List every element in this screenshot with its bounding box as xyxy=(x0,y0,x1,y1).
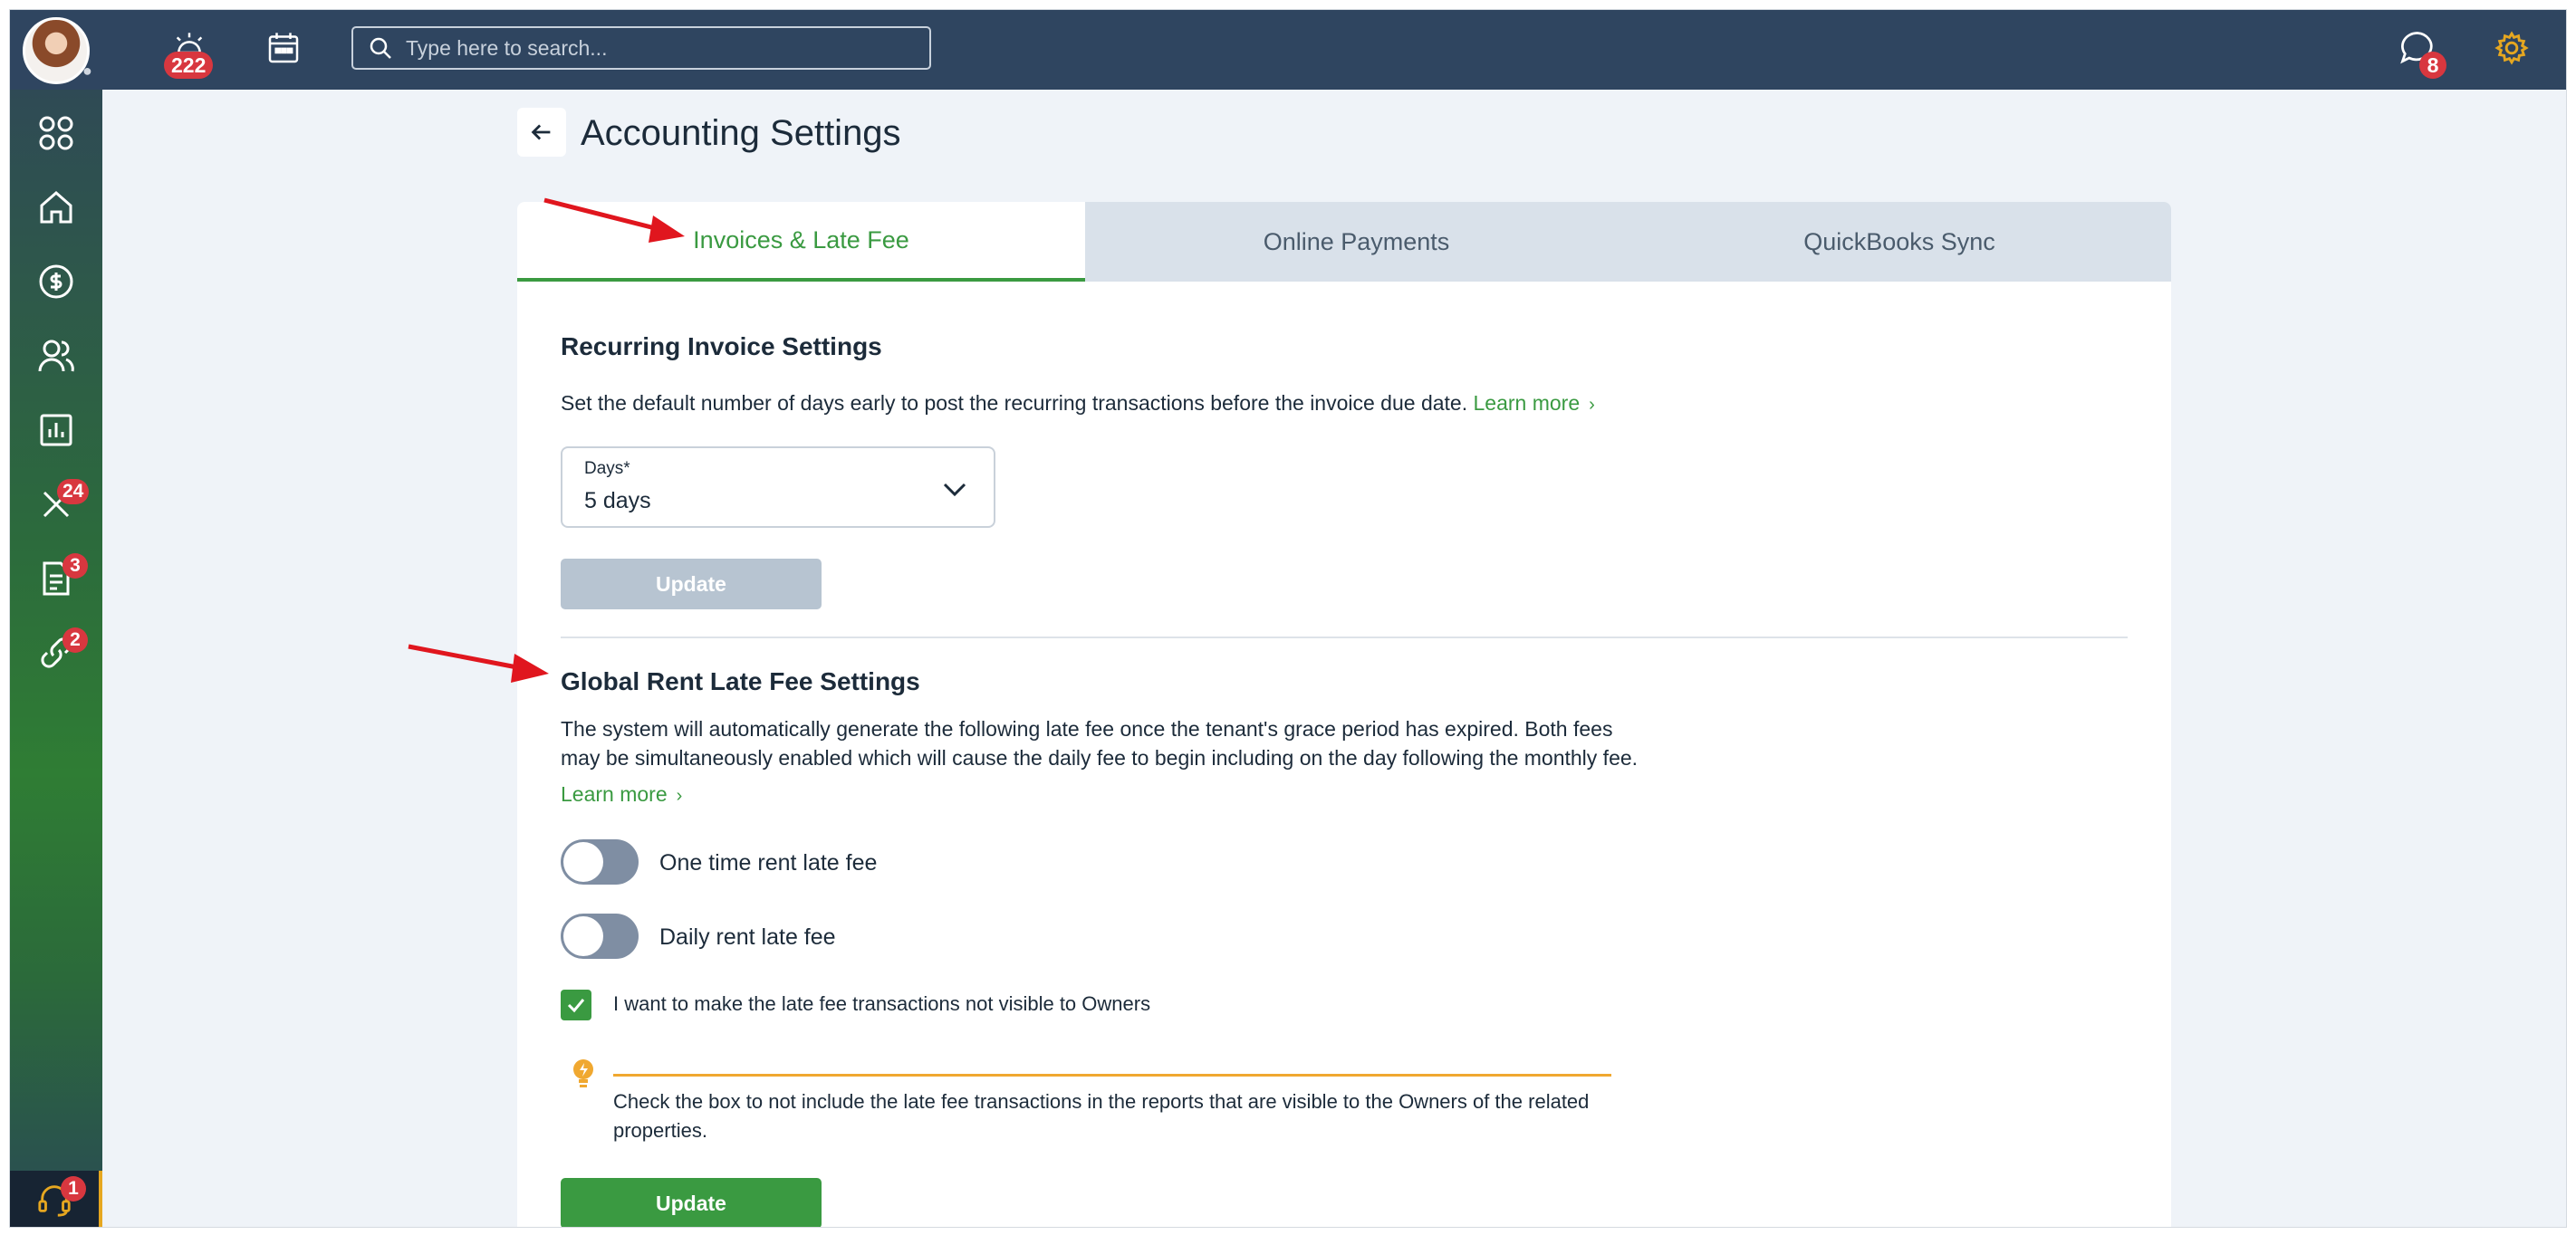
sidebar-item-people[interactable] xyxy=(10,320,102,392)
pin-icon: ● xyxy=(82,62,92,80)
links-badge: 2 xyxy=(62,627,88,653)
app-window: ● 222 Type here to search... 8 24 3 2 1 … xyxy=(9,9,2567,1228)
page-title: Accounting Settings xyxy=(581,113,901,153)
recurring-invoice-title: Recurring Invoice Settings xyxy=(561,332,882,360)
messages-button[interactable]: 8 xyxy=(2396,26,2446,79)
alerts-badge: 222 xyxy=(164,52,214,79)
sidebar-item-home[interactable] xyxy=(10,171,102,244)
top-bar: ● 222 Type here to search... 8 xyxy=(10,10,2566,90)
settings-card: Invoices & Late Fee Online Payments Quic… xyxy=(517,202,2171,1227)
sidebar-item-links[interactable]: 2 xyxy=(10,617,102,689)
search-icon xyxy=(370,37,391,59)
people-icon xyxy=(38,340,74,372)
sidebar: 24 3 2 1 xyxy=(10,90,102,1227)
hint-divider xyxy=(613,1074,1611,1077)
tab-online-payments[interactable]: Online Payments xyxy=(1085,202,1628,282)
sidebar-item-maintenance[interactable]: 24 xyxy=(10,468,102,541)
hint-text: Check the box to not include the late fe… xyxy=(613,1090,1590,1142)
documents-badge: 3 xyxy=(62,553,88,579)
recurring-learn-more-link[interactable]: Learn more xyxy=(1474,391,1581,415)
hide-from-owners-label: I want to make the late fee transactions… xyxy=(613,992,1151,1015)
one-time-late-fee-toggle[interactable] xyxy=(561,839,639,885)
sidebar-item-documents[interactable]: 3 xyxy=(10,542,102,615)
maintenance-badge: 24 xyxy=(57,479,90,504)
hide-from-owners-checkbox[interactable] xyxy=(561,990,591,1020)
section-divider xyxy=(561,637,2128,638)
days-select-value: 5 days xyxy=(584,488,651,513)
sidebar-item-accounting[interactable] xyxy=(10,245,102,318)
late-fee-title: Global Rent Late Fee Settings xyxy=(561,667,920,695)
daily-late-fee-toggle[interactable] xyxy=(561,914,639,959)
alerts-button[interactable]: 222 xyxy=(164,26,214,79)
arrow-left-icon xyxy=(531,124,551,140)
help-button[interactable]: 1 xyxy=(10,1171,102,1227)
recurring-update-button[interactable]: Update xyxy=(561,559,822,609)
settings-button[interactable] xyxy=(2490,26,2533,70)
home-icon xyxy=(40,191,72,224)
annotation-arrow-icon xyxy=(543,197,685,243)
gear-icon xyxy=(2494,31,2529,65)
sidebar-item-reports[interactable] xyxy=(10,394,102,466)
search-input[interactable] xyxy=(406,35,913,61)
tab-bar: Invoices & Late Fee Online Payments Quic… xyxy=(517,202,2171,282)
dollar-icon xyxy=(39,264,73,299)
late-fee-description-2: may be simultaneously enabled which will… xyxy=(561,746,1639,770)
late-fee-update-button[interactable]: Update xyxy=(561,1178,822,1227)
late-fee-description-1: The system will automatically generate t… xyxy=(561,717,1613,741)
recurring-description-text: Set the default number of days early to … xyxy=(561,391,1468,415)
chevron-down-icon xyxy=(943,483,966,497)
help-badge: 1 xyxy=(61,1176,86,1201)
days-select-label: Days* xyxy=(584,459,630,478)
calendar-icon xyxy=(268,33,299,63)
toggle-knob xyxy=(563,916,603,956)
sidebar-item-apps[interactable] xyxy=(10,97,102,169)
late-fee-learn-more: Learn more › xyxy=(561,780,682,811)
tab-quickbooks-sync[interactable]: QuickBooks Sync xyxy=(1628,202,2171,282)
apps-grid-icon xyxy=(39,116,73,150)
chart-icon xyxy=(40,414,72,446)
recurring-invoice-description: Set the default number of days early to … xyxy=(561,388,1595,420)
calendar-button[interactable] xyxy=(262,26,305,70)
one-time-late-fee-label: One time rent late fee xyxy=(659,850,878,876)
messages-badge: 8 xyxy=(2419,52,2446,79)
search-box[interactable] xyxy=(351,26,931,70)
toggle-knob xyxy=(563,842,603,882)
days-select[interactable]: Days* 5 days xyxy=(561,446,995,528)
checkmark-icon xyxy=(567,999,585,1013)
chevron-right-icon: › xyxy=(676,786,683,806)
lightbulb-icon xyxy=(573,1059,593,1087)
user-avatar[interactable] xyxy=(23,17,90,84)
daily-late-fee-label: Daily rent late fee xyxy=(659,924,836,950)
late-fee-learn-more-link[interactable]: Learn more xyxy=(561,782,668,806)
annotation-arrow-icon xyxy=(408,644,549,683)
chevron-right-icon: › xyxy=(1589,395,1595,415)
back-button[interactable] xyxy=(517,108,566,157)
